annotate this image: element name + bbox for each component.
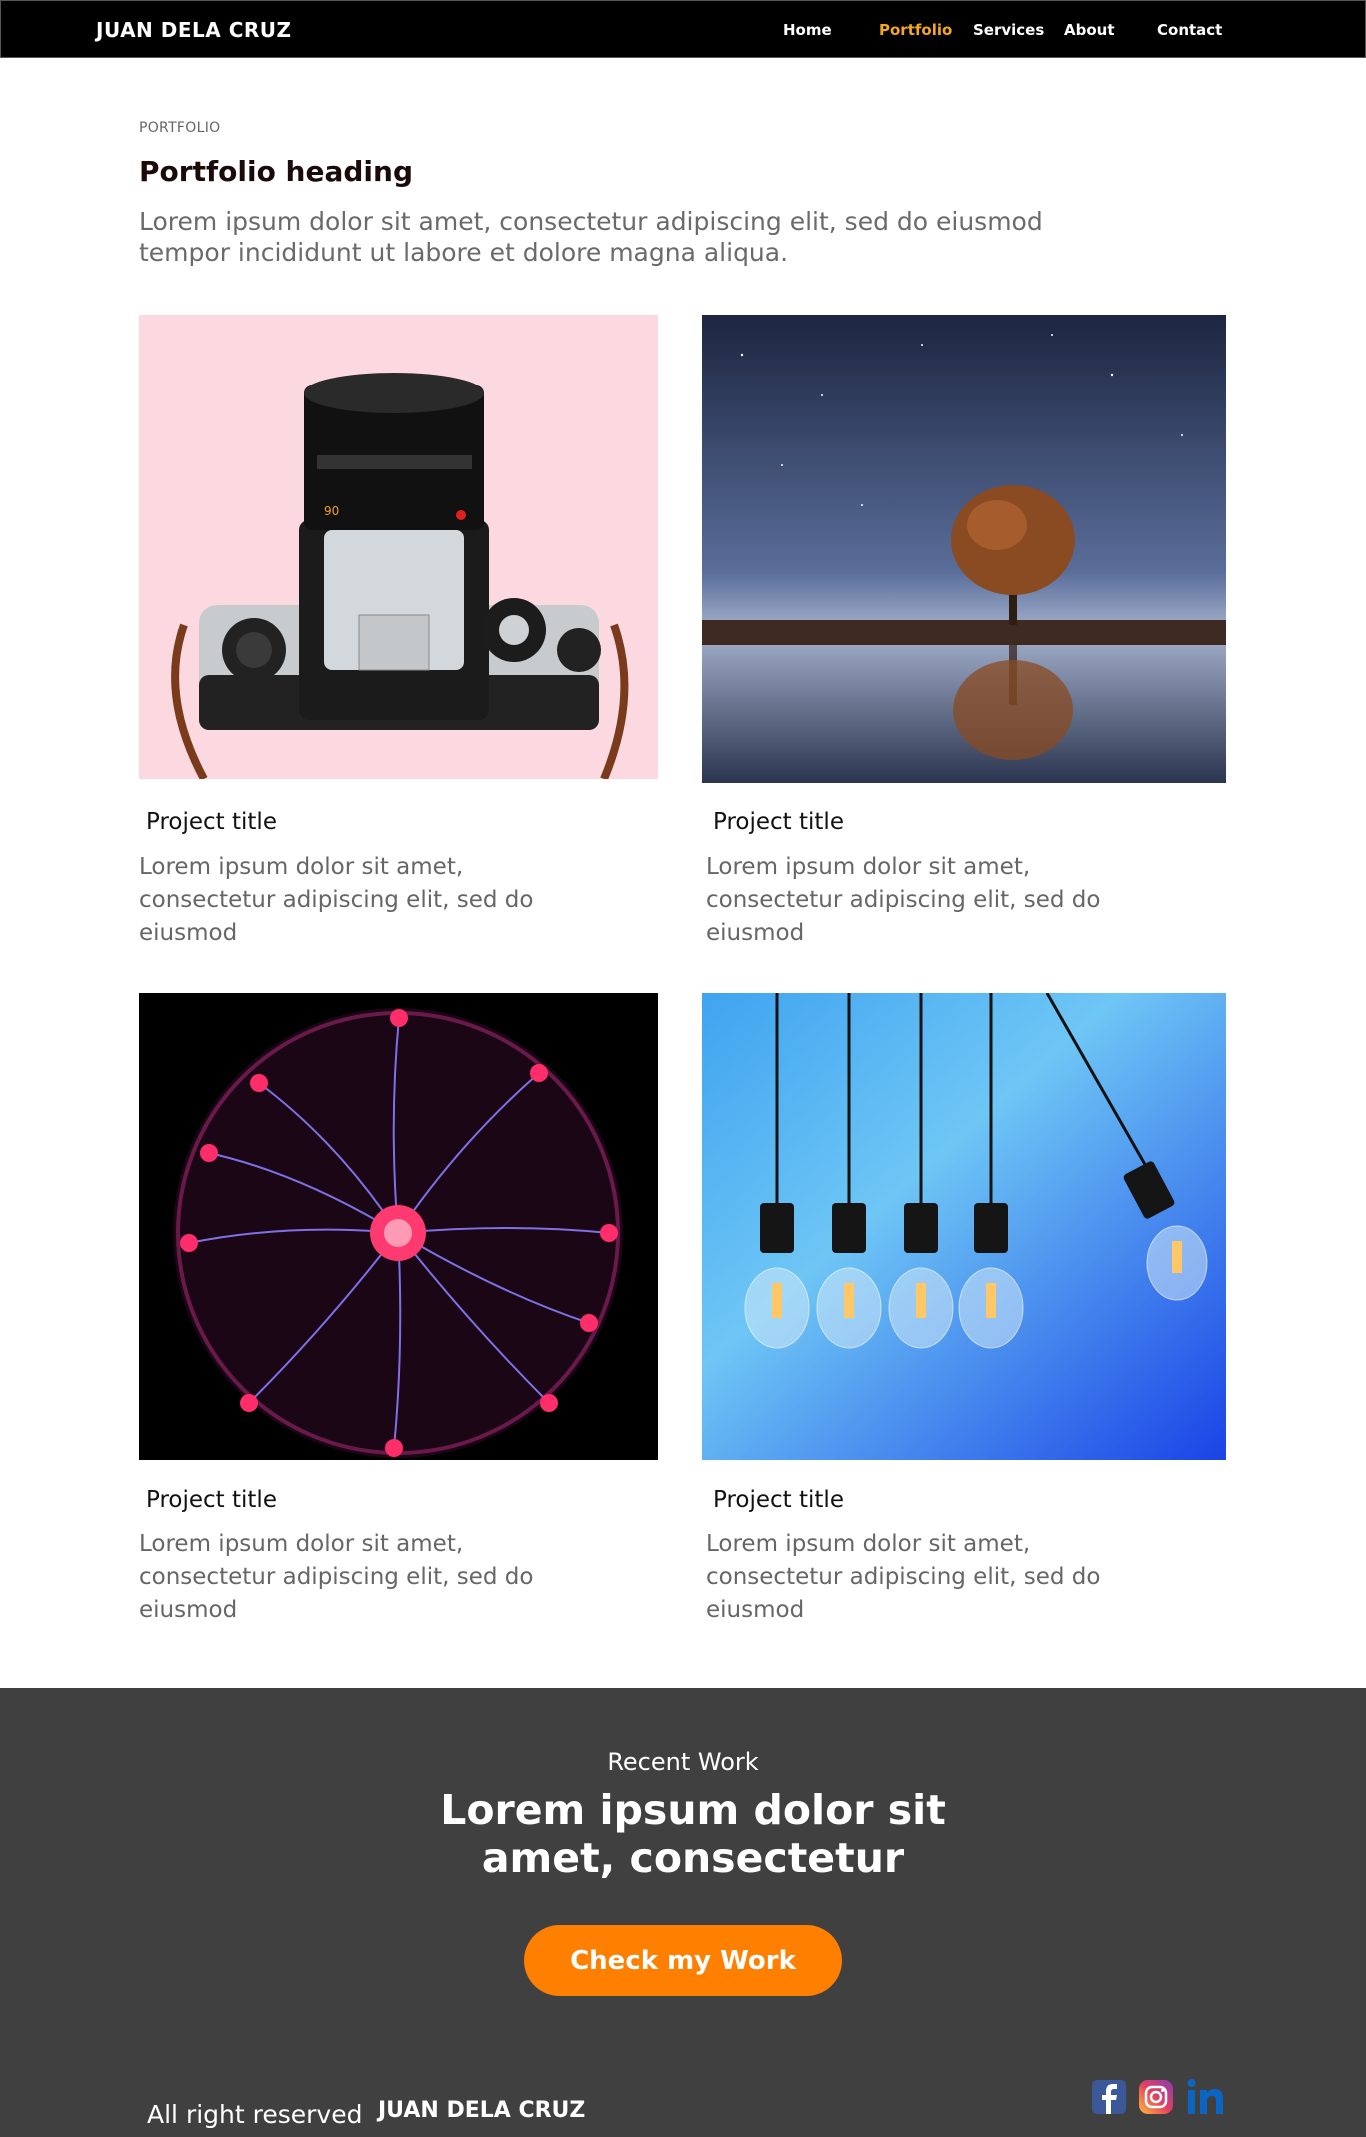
instagram-icon[interactable]: [1138, 2078, 1174, 2116]
footer-brand[interactable]: JUAN DELA CRUZ: [378, 2098, 585, 2123]
check-work-button[interactable]: Check my Work: [524, 1925, 842, 1996]
svg-text:90: 90: [324, 504, 339, 518]
project-title[interactable]: Project title: [713, 1487, 844, 1513]
project-description: Lorem ipsum dolor sit amet, consectetur …: [139, 854, 534, 946]
project-image-tree[interactable]: [702, 315, 1226, 783]
section-eyebrow: PORTFOLIO: [139, 120, 221, 136]
footer-headline: Lorem ipsum dolor sit amet, consectetur: [440, 1786, 946, 1882]
section-lead: Lorem ipsum dolor sit amet, consectetur …: [139, 207, 1043, 267]
project-title[interactable]: Project title: [146, 1487, 277, 1513]
project-title[interactable]: Project title: [146, 809, 277, 835]
project-image-bulbs[interactable]: [702, 993, 1226, 1460]
brand-logo[interactable]: JUAN DELA CRUZ: [96, 18, 292, 42]
facebook-icon[interactable]: [1091, 2078, 1127, 2116]
project-description: Lorem ipsum dolor sit amet, consectetur …: [706, 854, 1101, 946]
nav-contact[interactable]: Contact: [1157, 21, 1222, 39]
footer-eyebrow: Recent Work: [607, 1748, 759, 1776]
project-title[interactable]: Project title: [713, 809, 844, 835]
linkedin-icon[interactable]: [1186, 2078, 1223, 2116]
nav-home[interactable]: Home: [783, 21, 832, 39]
nav-portfolio[interactable]: Portfolio: [879, 21, 952, 39]
project-image-plasma[interactable]: [139, 993, 658, 1460]
top-navbar: JUAN DELA CRUZ Home Portfolio Services A…: [0, 0, 1366, 58]
project-description: Lorem ipsum dolor sit amet, consectetur …: [139, 1531, 534, 1623]
project-image-camera[interactable]: 90: [139, 315, 658, 779]
nav-services[interactable]: Services: [973, 21, 1044, 39]
page-title: Portfolio heading: [139, 155, 413, 188]
nav-about[interactable]: About: [1064, 21, 1115, 39]
project-description: Lorem ipsum dolor sit amet, consectetur …: [706, 1531, 1101, 1623]
copyright-text: All right reserved: [147, 2100, 363, 2129]
